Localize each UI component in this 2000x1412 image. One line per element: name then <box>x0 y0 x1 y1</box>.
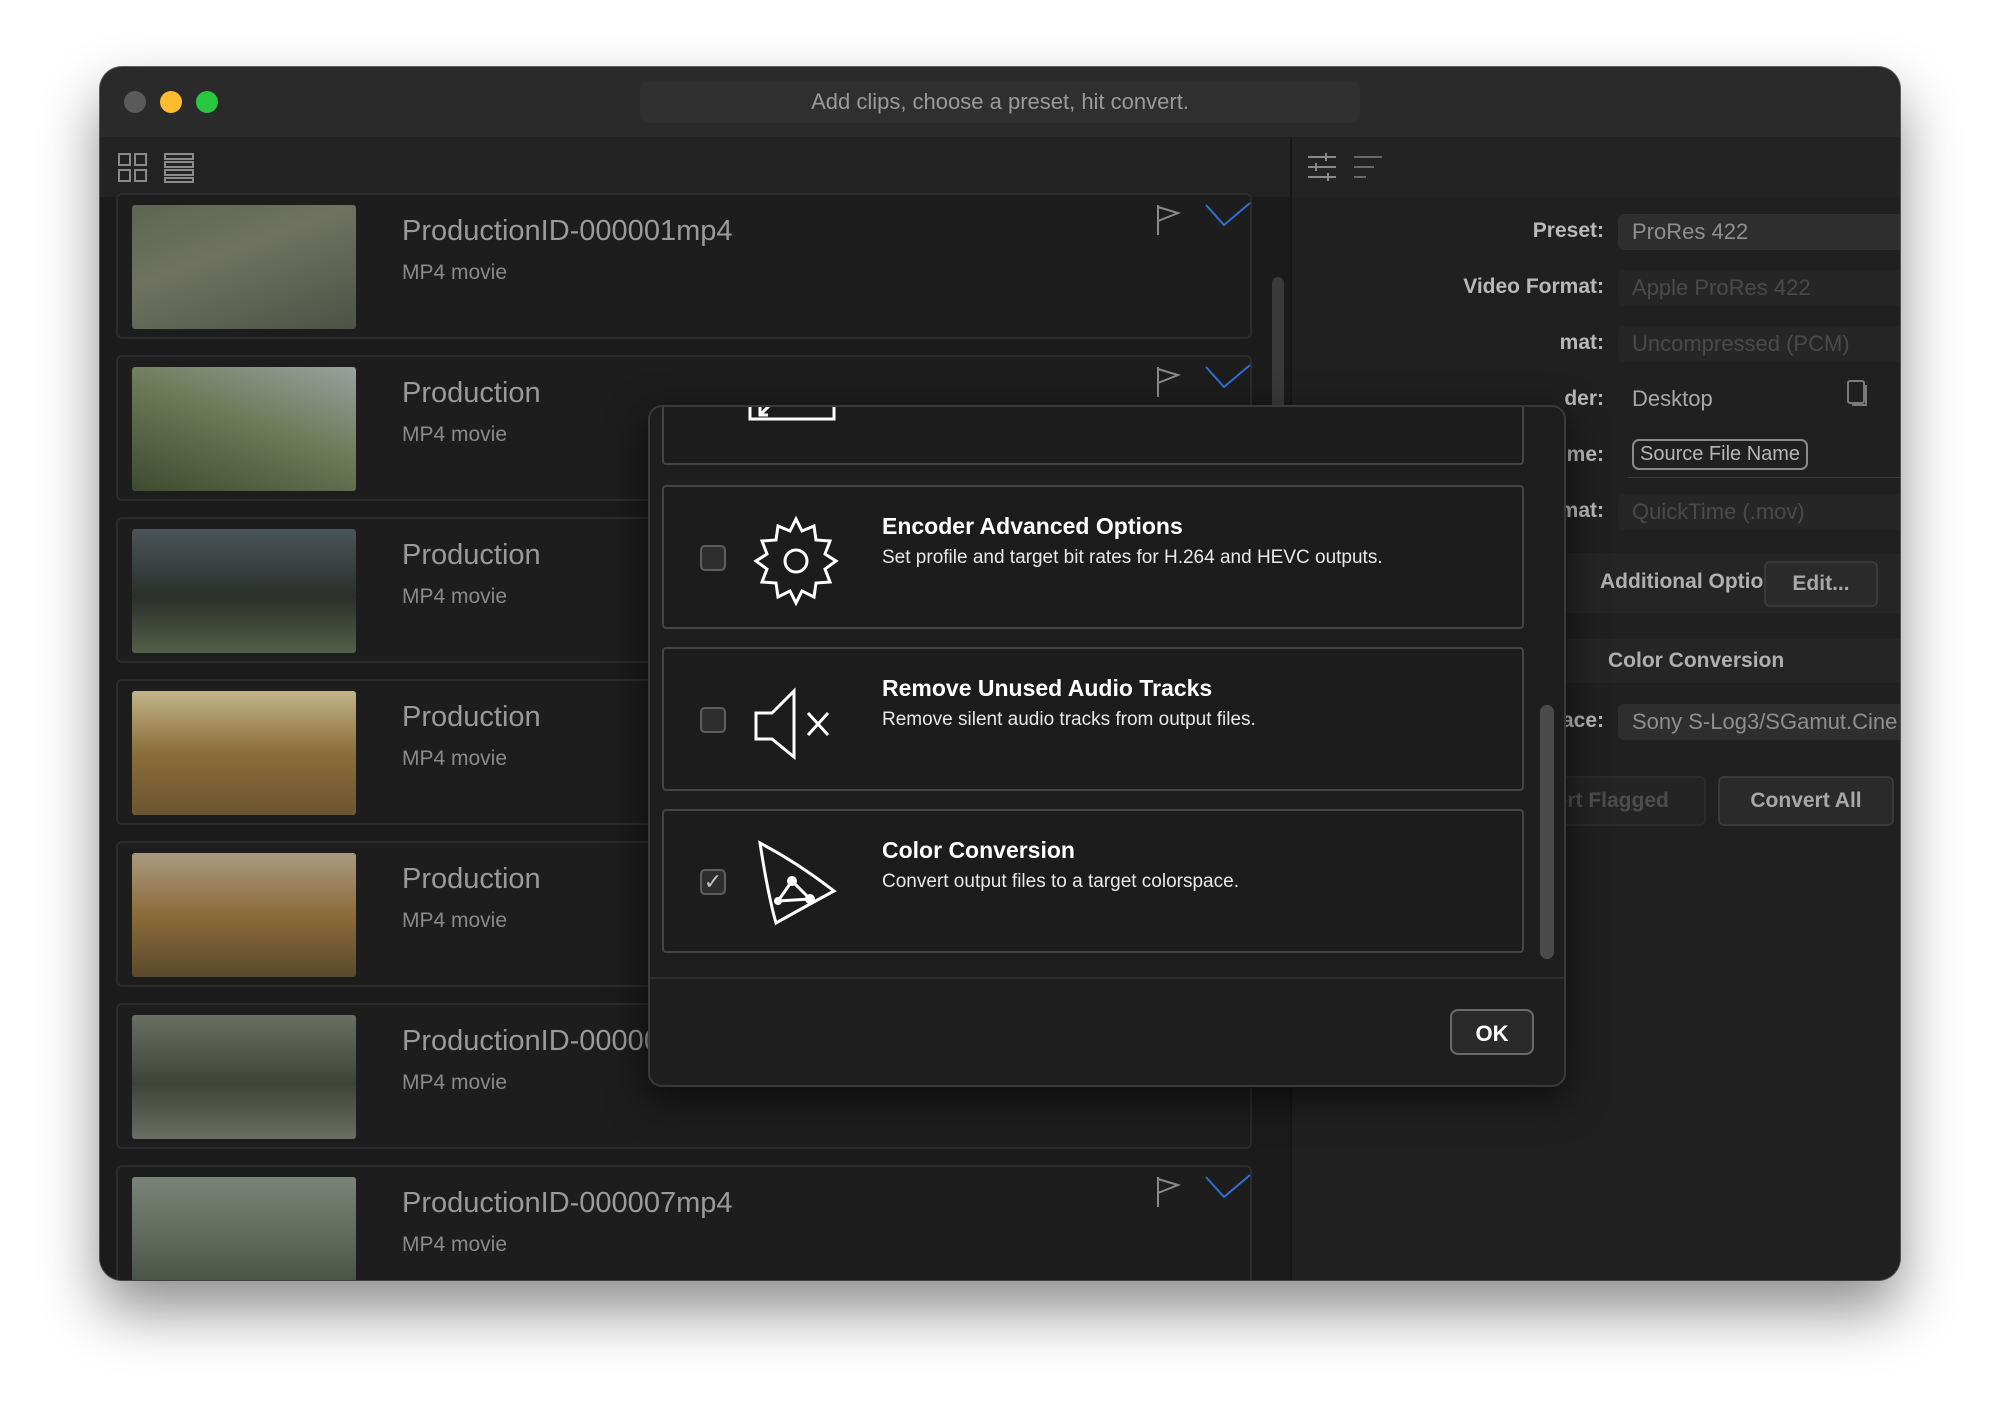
clip-name: ProductionID-000007mp4 <box>402 1187 733 1219</box>
convert-all-button[interactable]: Convert All <box>1718 776 1894 826</box>
preset-label: Preset: <box>1532 219 1604 242</box>
preset-popup[interactable]: ProRes 422▲▼ <box>1618 214 1900 250</box>
minimize-window-button[interactable] <box>160 91 182 113</box>
colorspace-popup[interactable]: Sony S-Log3/SGamut.Cine▲▼ <box>1618 704 1900 740</box>
option-description: Remove silent audio tracks from output f… <box>882 709 1256 730</box>
flag-icon[interactable] <box>1154 203 1182 237</box>
clip-type: MP4 movie <box>402 1071 508 1094</box>
clip-type: MP4 movie <box>402 1233 508 1256</box>
option-card[interactable]: Remove Unused Audio Tracks Remove silent … <box>662 647 1524 791</box>
ok-button[interactable]: OK <box>1450 1009 1534 1055</box>
app-window: Add clips, choose a preset, hit convert.… <box>100 67 1900 1280</box>
settings-toolbar <box>1292 137 1900 197</box>
flag-icon[interactable] <box>1154 1175 1182 1209</box>
clip-thumbnail <box>132 1015 356 1139</box>
option-card[interactable]: ✓ Color Conversion Convert output files to… <box>662 809 1524 953</box>
clip-name: ProductionID-000001mp4 <box>402 215 733 247</box>
audio-format-label: mat: <box>1559 331 1604 354</box>
status-hint: Add clips, choose a preset, hit convert. <box>640 81 1360 123</box>
clip-name: Production <box>402 701 541 733</box>
edit-options-button[interactable]: Edit... <box>1764 561 1878 607</box>
dialog-divider <box>650 977 1564 979</box>
filename-field[interactable]: Source File Name <box>1628 437 1900 478</box>
option-title: Color Conversion <box>882 837 1075 863</box>
sliders-icon[interactable] <box>1306 151 1338 183</box>
flag-icon[interactable] <box>1154 365 1182 399</box>
grid-view-icon[interactable] <box>118 153 148 183</box>
checkmark-icon[interactable] <box>1204 1173 1252 1203</box>
dialog-scrollbar[interactable] <box>1540 705 1554 959</box>
additional-options-label: Additional Options <box>1600 570 1788 593</box>
option-checkbox[interactable]: ✓ <box>700 869 726 895</box>
checkmark-icon[interactable] <box>1204 201 1252 231</box>
option-card[interactable]: Encoder Advanced Options Set profile and … <box>662 485 1524 629</box>
clip-thumbnail <box>132 1177 356 1280</box>
option-description: Set profile and target bit rates for H.2… <box>882 547 1383 568</box>
filter-lines-icon[interactable] <box>1352 151 1384 183</box>
clip-row[interactable]: ProductionID-000001mp4 MP4 movie <box>116 193 1252 339</box>
clip-name: Production <box>402 863 541 895</box>
clip-name: Production <box>402 539 541 571</box>
speaker-muted-icon <box>748 673 844 774</box>
container-popup[interactable]: QuickTime (.mov)▲▼ <box>1618 494 1900 530</box>
option-checkbox[interactable] <box>700 545 726 571</box>
option-description: Convert output files to a target colorsp… <box>882 871 1239 892</box>
clip-name: Production <box>402 377 541 409</box>
clip-thumbnail <box>132 691 356 815</box>
filename-token[interactable]: Source File Name <box>1632 439 1809 470</box>
video-format-popup[interactable]: Apple ProRes 422▲▼ <box>1618 270 1900 306</box>
video-format-label: Video Format: <box>1463 275 1604 298</box>
list-view-icon[interactable] <box>164 153 194 183</box>
clip-type: MP4 movie <box>402 261 508 284</box>
preset-value: ProRes 422 <box>1632 219 1749 244</box>
checkmark-icon[interactable] <box>1204 363 1252 393</box>
title-bar: Add clips, choose a preset, hit convert. <box>100 67 1900 137</box>
audio-format-value: Uncompressed (PCM) <box>1632 331 1850 356</box>
clip-thumbnail <box>132 853 356 977</box>
gear-icon <box>748 511 844 612</box>
color-triangle-icon <box>748 835 844 936</box>
option-title: Encoder Advanced Options <box>882 513 1183 539</box>
container-value: QuickTime (.mov) <box>1632 499 1805 524</box>
folder-value: Desktop <box>1632 386 1713 411</box>
folder-picker-icon[interactable] <box>1846 379 1870 409</box>
option-partial-top <box>662 407 1524 465</box>
clip-type: MP4 movie <box>402 423 508 446</box>
clip-thumbnail <box>132 367 356 491</box>
colorspace-value: Sony S-Log3/SGamut.Cine <box>1632 709 1898 734</box>
close-window-button[interactable] <box>124 91 146 113</box>
clip-thumbnail <box>132 205 356 329</box>
clip-type: MP4 movie <box>402 909 508 932</box>
clip-type: MP4 movie <box>402 585 508 608</box>
view-toolbar <box>100 137 1290 197</box>
video-format-value: Apple ProRes 422 <box>1632 275 1811 300</box>
color-conversion-header-label: Color Conversion <box>1608 649 1785 672</box>
clip-thumbnail <box>132 529 356 653</box>
clip-row[interactable]: ProductionID-000007mp4 MP4 movie <box>116 1165 1252 1280</box>
resize-frame-icon <box>748 407 836 421</box>
zoom-window-button[interactable] <box>196 91 218 113</box>
additional-options-dialog: Encoder Advanced Options Set profile and … <box>648 405 1566 1087</box>
option-checkbox[interactable] <box>700 707 726 733</box>
option-title: Remove Unused Audio Tracks <box>882 675 1213 701</box>
audio-format-popup[interactable]: Uncompressed (PCM)▲▼ <box>1618 326 1900 362</box>
clip-type: MP4 movie <box>402 747 508 770</box>
